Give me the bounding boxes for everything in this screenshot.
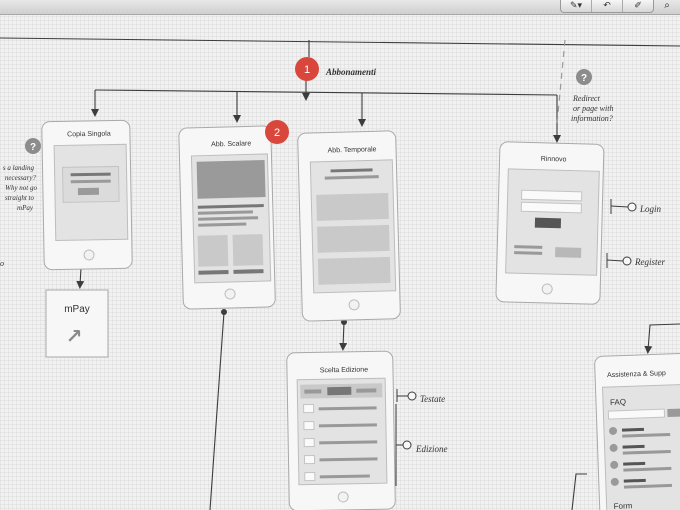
step-badge-1-text: 1: [304, 64, 310, 76]
left-question-line-3: Why not go: [5, 184, 37, 192]
register-button: [555, 247, 582, 258]
question-icon-glyph: ?: [581, 73, 587, 84]
home-button: [348, 299, 360, 311]
edizione-label: Edizione: [415, 444, 448, 454]
home-button: [337, 491, 349, 503]
left-question-line-1: s a landing: [3, 164, 35, 172]
phone-abb-temporale[interactable]: Abb. Temporale: [297, 130, 401, 322]
step-badge-2: 2: [265, 120, 289, 144]
home-button: [541, 283, 553, 295]
login-label: Login: [639, 204, 662, 214]
landing-panel: [62, 165, 120, 203]
abbonamenti-label: Abbonamenti: [325, 67, 377, 77]
redirect-line-1: Redirect: [572, 94, 601, 103]
branch-connector: [94, 89, 558, 96]
left-question-annotation: ? s a landing necessary? Why not go stra…: [0, 138, 41, 268]
phone-assistenza[interactable]: Assistenza & Supp FAQ Form: [594, 352, 680, 510]
connector-assistenza-form: [571, 473, 587, 510]
form-heading: Form: [613, 501, 632, 510]
mpay-node[interactable]: mPay ↗: [45, 289, 109, 358]
cta-button: [77, 187, 99, 196]
left-cropped-label: o: [0, 259, 4, 268]
phone-title: Rinnovo: [541, 156, 567, 164]
mpay-title: mPay: [64, 304, 90, 315]
phone-scelta-edizione[interactable]: Scelta Edizione: [286, 350, 396, 510]
edizione-annotation: Edizione: [395, 404, 448, 486]
username-field: [521, 189, 583, 202]
connector-scelta-edizione: [339, 321, 348, 351]
phone-title: Abb. Temporale: [328, 146, 377, 154]
redirect-line-2: or page with: [573, 104, 613, 113]
phone-rinnovo[interactable]: Rinnovo: [495, 141, 605, 305]
connector-mpay: [76, 267, 85, 289]
left-question-line-4: straight to: [5, 194, 34, 202]
login-annotation: Login: [610, 199, 662, 214]
testate-label: Testate: [420, 394, 445, 404]
dashed-redirect-connector: [556, 39, 566, 125]
step-badge-2-text: 2: [274, 127, 280, 139]
phone-title: Abb. Scalare: [211, 140, 251, 148]
left-question-line-2: necessary?: [5, 174, 37, 182]
sitemap-canvas: 1 Abbonamenti Copia Singola mPay ↗ Abb. …: [0, 37, 680, 510]
home-button: [83, 249, 95, 261]
phone-abb-scalare[interactable]: Abb. Scalare: [178, 125, 276, 310]
faq-heading: FAQ: [610, 397, 626, 407]
login-button: [534, 217, 562, 229]
password-field: [520, 201, 582, 214]
redirect-line-3: information?: [571, 114, 613, 123]
register-annotation: Register: [606, 253, 665, 268]
faq-search-field: [607, 408, 666, 420]
left-question-line-5: mPay: [17, 204, 34, 212]
phone-copia-singola[interactable]: Copia Singola: [41, 119, 133, 271]
phone-title: Scelta Edizione: [320, 366, 368, 374]
external-link-icon: ↗: [66, 324, 83, 348]
connector-dot-scalare: [221, 309, 227, 315]
hero-image: [196, 160, 266, 199]
abbonamenti-node[interactable]: 1 Abbonamenti: [295, 57, 377, 81]
redirect-annotation: ? Redirect or page with information?: [571, 69, 613, 123]
register-label: Register: [634, 257, 665, 267]
testate-annotation: Testate: [396, 389, 445, 404]
home-button: [224, 288, 236, 300]
question-icon-glyph: ?: [30, 142, 36, 153]
phone-title: Copia Singola: [67, 131, 111, 139]
connector-assistenza: [644, 323, 680, 354]
top-connector: [0, 37, 680, 47]
connector-scalare-down: [209, 311, 225, 510]
